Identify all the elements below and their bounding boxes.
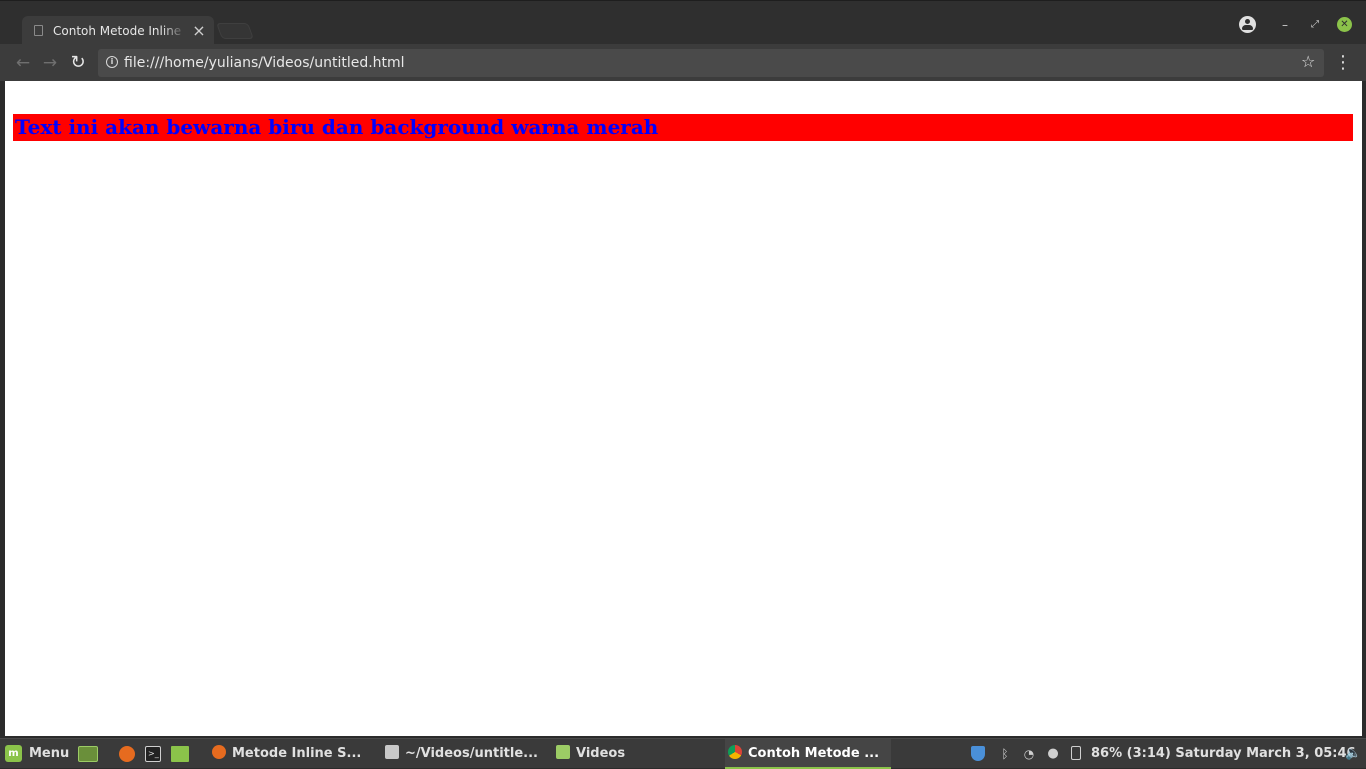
window-label: Videos	[576, 746, 626, 761]
volume-icon[interactable]: 🔈	[1345, 746, 1361, 762]
folder-icon	[556, 745, 570, 759]
close-window-button[interactable]: ✕	[1337, 17, 1352, 32]
reload-icon[interactable]: ↻	[67, 52, 89, 74]
taskbar: m Menu >_ Metode Inline S... ~/Videos/un…	[0, 738, 1366, 769]
bookmark-star-icon[interactable]: ☆	[1301, 52, 1315, 72]
browser-toolbar: ← → ↻ i file:///home/yulians/Videos/unti…	[0, 44, 1366, 81]
chrome-icon	[728, 745, 742, 759]
forward-arrow-icon[interactable]: →	[39, 52, 61, 74]
browser-menu-icon[interactable]: ⋮	[1333, 52, 1353, 74]
minimize-button[interactable]: –	[1276, 15, 1294, 35]
tab-close-icon[interactable]: ×	[189, 21, 209, 41]
profile-icon[interactable]	[1239, 16, 1256, 33]
back-arrow-icon[interactable]: ←	[12, 52, 34, 74]
mint-menu-icon[interactable]: m	[5, 745, 22, 762]
files-launcher-icon[interactable]	[171, 746, 189, 762]
menu-button[interactable]: Menu	[29, 739, 69, 769]
page-favicon-icon	[34, 25, 43, 36]
address-bar[interactable]: i file:///home/yulians/Videos/untitled.h…	[98, 49, 1324, 77]
page-heading: Text ini akan bewarna biru dan backgroun…	[13, 114, 1353, 142]
show-desktop-icon[interactable]	[78, 746, 98, 762]
new-tab-button[interactable]	[216, 23, 254, 39]
window-label: Metode Inline S...	[232, 746, 362, 761]
site-info-icon[interactable]: i	[106, 56, 118, 68]
window-label: ~/Videos/untitle...	[405, 746, 538, 761]
terminal-launcher-icon[interactable]: >_	[145, 746, 161, 762]
battery-clock-status[interactable]: 86% (3:14) Saturday March 3, 05:46	[1091, 739, 1356, 769]
page-viewport: Text ini akan bewarna biru dan backgroun…	[5, 81, 1362, 736]
text-editor-icon	[385, 745, 399, 759]
wifi-icon[interactable]: ◔	[1021, 746, 1037, 762]
browser-titlebar: Contoh Metode Inline Style × – ⤢ ✕	[0, 0, 1366, 46]
url-text[interactable]: file:///home/yulians/Videos/untitled.htm…	[124, 54, 405, 72]
update-shield-icon[interactable]	[971, 746, 985, 761]
maximize-button[interactable]: ⤢	[1306, 15, 1324, 35]
window-label: Contoh Metode ...	[748, 746, 880, 761]
firefox-launcher-icon[interactable]	[119, 746, 135, 762]
taskbar-window-chrome-active[interactable]: Contoh Metode ...	[725, 739, 891, 769]
bluetooth-icon[interactable]: ᛒ	[999, 746, 1011, 762]
battery-icon[interactable]	[1071, 746, 1081, 760]
taskbar-window-firefox[interactable]: Metode Inline S...	[212, 739, 361, 769]
firefox-icon	[212, 745, 226, 759]
browser-tab-active[interactable]: Contoh Metode Inline Style ×	[22, 16, 214, 46]
taskbar-window-editor[interactable]: ~/Videos/untitle...	[385, 739, 538, 769]
taskbar-window-videos[interactable]: Videos	[556, 739, 625, 769]
user-icon[interactable]: ●	[1046, 746, 1060, 762]
tab-title-fade	[162, 22, 186, 40]
